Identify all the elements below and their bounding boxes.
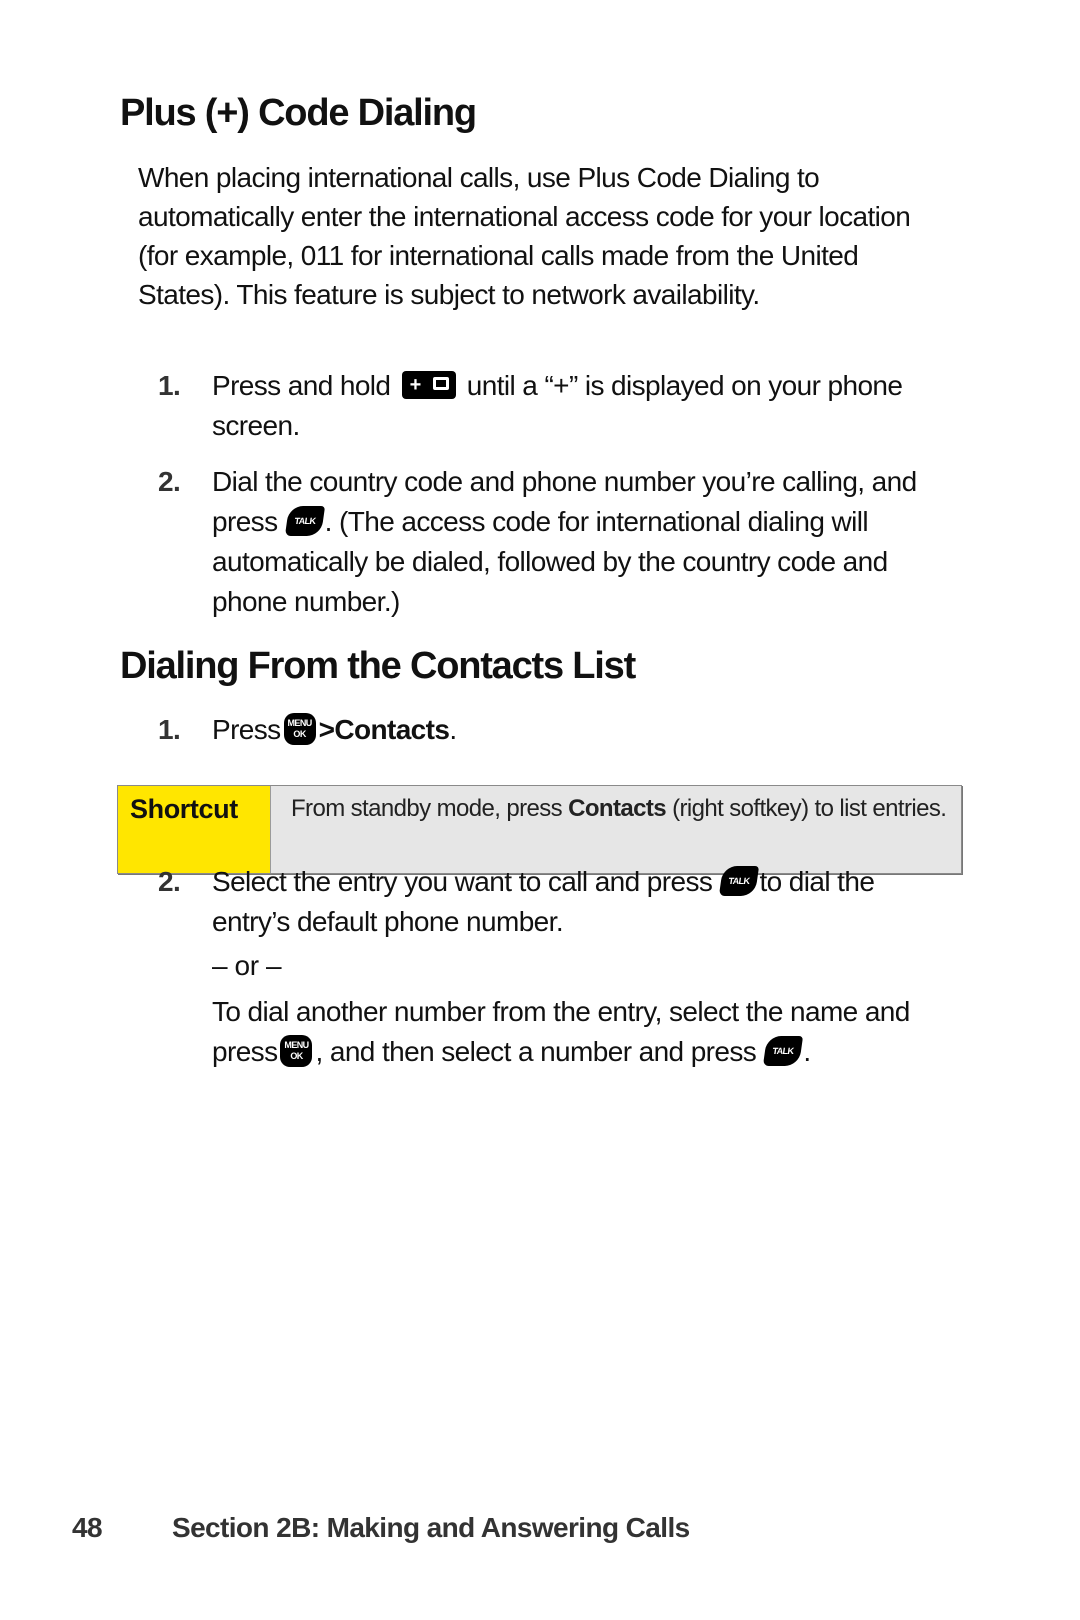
- menu-target-contacts: Contacts: [334, 714, 450, 745]
- step-number: 2.: [158, 466, 181, 497]
- step-number: 2.: [158, 866, 181, 897]
- menu-separator: >: [318, 714, 335, 745]
- plus-step-2: 2. Dial the country code and phone numbe…: [158, 462, 958, 622]
- page-number: 48: [72, 1512, 103, 1543]
- plus-zero-key-icon: +: [401, 370, 456, 399]
- or-separator: – or –: [212, 950, 282, 981]
- contacts-step-1: 1. Press MENU OK >Contacts.: [158, 710, 958, 750]
- contacts-step-2: 2. Select the entry you want to call and…: [158, 862, 958, 942]
- step-text: .: [803, 1036, 811, 1067]
- shortcut-softkey-name: Contacts: [568, 795, 667, 822]
- step-text: Press and hold: [212, 370, 391, 401]
- step-text: Press: [212, 714, 281, 745]
- contacts-step-2-alternative: To dial another number from the entry, s…: [158, 992, 958, 1072]
- step-text: , and then select a number and press: [315, 1036, 757, 1067]
- menu-ok-key-icon: MENU OK: [280, 1034, 313, 1067]
- step-text: Select the entry you want to call and pr…: [212, 866, 713, 897]
- shortcut-text: From standby mode, press Contacts (right…: [271, 786, 961, 873]
- shortcut-label: Shortcut: [118, 786, 271, 873]
- shortcut-text-part: From standby mode, press: [291, 795, 563, 822]
- intro-paragraph: When placing international calls, use Pl…: [138, 162, 911, 310]
- shortcut-note-box: Shortcut From standby mode, press Contac…: [117, 785, 962, 874]
- step-number: 1.: [158, 714, 181, 745]
- talk-key-icon: TALK: [284, 505, 325, 536]
- footer-section-title: Section 2B: Making and Answering Calls: [172, 1512, 690, 1543]
- menu-ok-key-icon: MENU OK: [283, 712, 316, 745]
- step-number: 1.: [158, 370, 181, 401]
- step-text: .: [449, 714, 457, 745]
- shortcut-text-part: (right softkey) to list entries.: [672, 795, 947, 822]
- section-title-plus-code-dialing: Plus (+) Code Dialing: [120, 92, 477, 134]
- talk-key-icon: TALK: [763, 1035, 804, 1066]
- plus-step-1: 1. Press and hold + until a “+” is displ…: [158, 366, 958, 446]
- section-title-dialing-from-contacts: Dialing From the Contacts List: [120, 645, 636, 687]
- talk-key-icon: TALK: [719, 865, 760, 896]
